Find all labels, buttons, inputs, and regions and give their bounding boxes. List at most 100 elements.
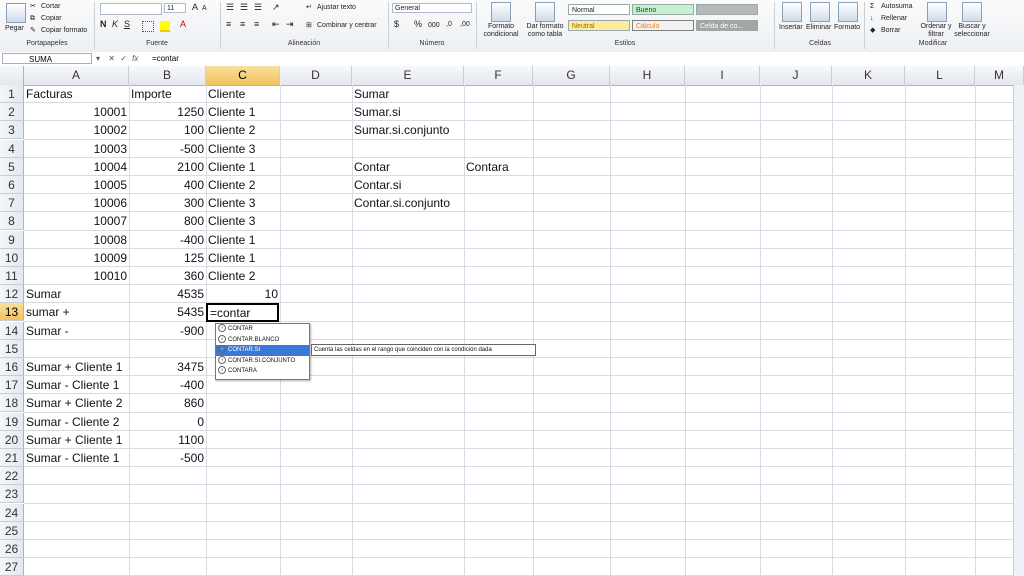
cell-e2[interactable]: Sumar.si (352, 103, 464, 121)
cell-e6[interactable]: Contar.si (352, 176, 464, 194)
cell-a18[interactable]: Sumar + Cliente 2 (24, 394, 129, 412)
cell-b12[interactable]: 4535 (129, 285, 206, 303)
autocomplete-item[interactable]: f CONTARA (216, 366, 309, 377)
style-celda-comprobacion[interactable]: Celda de co... (696, 20, 758, 31)
align-left-icon[interactable]: ≡ (226, 20, 231, 29)
copy-button[interactable]: ⧉ Copiar (30, 14, 62, 23)
number-format-select[interactable]: General (392, 3, 472, 13)
cell-e5[interactable]: Contar (352, 158, 464, 176)
sort-filter-button[interactable]: Ordenar y filtrar (918, 23, 954, 39)
cell-a3[interactable]: 10002 (24, 121, 129, 139)
autocomplete-item[interactable]: f CONTAR (216, 324, 309, 335)
paste-button[interactable]: Pegar (5, 24, 24, 33)
underline-icon[interactable]: S (124, 20, 130, 29)
insert-cells-button[interactable]: Insertar (779, 23, 803, 32)
cell-a6[interactable]: 10005 (24, 176, 129, 194)
column-header-b[interactable]: B (129, 66, 206, 85)
row-header-3[interactable]: 3 (0, 121, 24, 140)
cell-c5[interactable]: Cliente 1 (206, 158, 280, 176)
paste-icon[interactable] (6, 3, 26, 23)
autocomplete-item[interactable]: f CONTAR.SI.CONJUNTO (216, 355, 309, 367)
column-header-f[interactable]: F (464, 66, 533, 85)
font-size-select[interactable]: 11 (164, 3, 186, 13)
row-header-4[interactable]: 4 (0, 139, 24, 158)
cell-c12[interactable]: 10 (206, 285, 280, 303)
format-cells-icon[interactable] (838, 2, 858, 22)
row-header-9[interactable]: 9 (0, 230, 24, 249)
column-header-g[interactable]: G (533, 66, 610, 85)
cell-a17[interactable]: Sumar - Cliente 1 (24, 376, 129, 394)
delete-cells-icon[interactable] (810, 2, 830, 22)
cell-a11[interactable]: 10010 (24, 267, 129, 285)
conditional-format-icon[interactable] (491, 2, 511, 22)
style-bueno[interactable]: Bueno (632, 4, 694, 15)
cell-c8[interactable]: Cliente 3 (206, 212, 280, 230)
style-neutral[interactable]: Neutral (568, 20, 630, 31)
row-header-16[interactable]: 16 (0, 358, 24, 376)
fill-button[interactable]: ↓ Rellenar (870, 14, 907, 23)
row-header-7[interactable]: 7 (0, 194, 24, 213)
cell-b18[interactable]: 860 (129, 394, 206, 412)
cell-b2[interactable]: 1250 (129, 103, 206, 121)
format-cells-button[interactable]: Formato (834, 23, 860, 32)
grow-font-icon[interactable]: A (192, 3, 198, 12)
autocomplete-item[interactable]: f CONTAR.SI (216, 345, 309, 356)
delete-cells-button[interactable]: Eliminar (806, 23, 831, 32)
column-header-c[interactable]: C (206, 66, 280, 85)
column-header-m[interactable]: M (975, 66, 1024, 85)
row-header-12[interactable]: 12 (0, 285, 24, 304)
cell-b7[interactable]: 300 (129, 194, 206, 212)
column-header-h[interactable]: H (610, 66, 685, 85)
cell-a1[interactable]: Facturas (24, 85, 129, 103)
cell-b4[interactable]: -500 (129, 140, 206, 158)
row-header-1[interactable]: 1 (0, 85, 24, 103)
row-header-2[interactable]: 2 (0, 103, 24, 122)
row-header-6[interactable]: 6 (0, 176, 24, 194)
decrease-indent-icon[interactable]: ⇤ (272, 20, 280, 29)
row-header-14[interactable]: 14 (0, 321, 24, 340)
cell-a8[interactable]: 10007 (24, 212, 129, 230)
cell-a2[interactable]: 10001 (24, 103, 129, 121)
font-name-select[interactable] (100, 3, 162, 15)
bold-icon[interactable]: N (100, 20, 107, 29)
row-header-18[interactable]: 18 (0, 394, 24, 413)
cell-a14[interactable]: Sumar - (24, 322, 129, 340)
insert-function-icon[interactable]: fx (132, 54, 138, 63)
align-middle-icon[interactable]: ☰ (240, 3, 248, 12)
cell-b21[interactable]: -500 (129, 449, 206, 467)
cell-f5[interactable]: Contara (464, 158, 533, 176)
column-header-e[interactable]: E (352, 66, 464, 85)
cell-b17[interactable]: -400 (129, 376, 206, 394)
row-header-19[interactable]: 19 (0, 412, 24, 431)
insert-cells-icon[interactable] (782, 2, 802, 22)
cell-e7[interactable]: Contar.si.conjunto (352, 194, 464, 212)
name-box[interactable]: SUMA (2, 53, 92, 64)
row-header-10[interactable]: 10 (0, 248, 24, 267)
align-bottom-icon[interactable]: ☰ (254, 3, 262, 12)
autosum-button[interactable]: Σ Autosuma (870, 2, 913, 11)
merge-center-button[interactable]: ⊞ Combinar y centrar (306, 21, 377, 30)
format-as-table-icon[interactable] (535, 2, 555, 22)
cell-c7[interactable]: Cliente 3 (206, 194, 280, 212)
cell-a4[interactable]: 10003 (24, 140, 129, 158)
cell-c3[interactable]: Cliente 2 (206, 121, 280, 139)
shrink-font-icon[interactable]: A (202, 4, 207, 13)
cell-e3[interactable]: Sumar.si.conjunto (352, 121, 464, 139)
active-cell-c13[interactable]: =contar (206, 303, 279, 322)
align-center-icon[interactable]: ≡ (240, 20, 245, 29)
row-header-5[interactable]: 5 (0, 157, 24, 176)
cell-a20[interactable]: Sumar + Cliente 1 (24, 431, 129, 449)
format-as-table-button[interactable]: Dar formato como tabla (524, 23, 566, 39)
cell-c11[interactable]: Cliente 2 (206, 267, 280, 285)
dropdown-arrow-icon[interactable]: ▾ (96, 54, 100, 63)
increase-indent-icon[interactable]: ⇥ (286, 20, 294, 29)
font-color-icon[interactable]: A (180, 20, 186, 29)
currency-icon[interactable]: $ (394, 20, 399, 29)
cell-a16[interactable]: Sumar + Cliente 1 (24, 358, 129, 376)
cell-c2[interactable]: Cliente 1 (206, 103, 280, 121)
style-calculo[interactable]: Cálculo (632, 20, 694, 31)
cancel-icon[interactable]: ✕ (108, 54, 115, 63)
cell-a5[interactable]: 10004 (24, 158, 129, 176)
conditional-format-button[interactable]: Formato condicional (480, 23, 522, 39)
autocomplete-list[interactable]: f CONTAR f CONTAR.BLANCO f CONTAR.SI f CONTAR.S… (215, 323, 310, 380)
